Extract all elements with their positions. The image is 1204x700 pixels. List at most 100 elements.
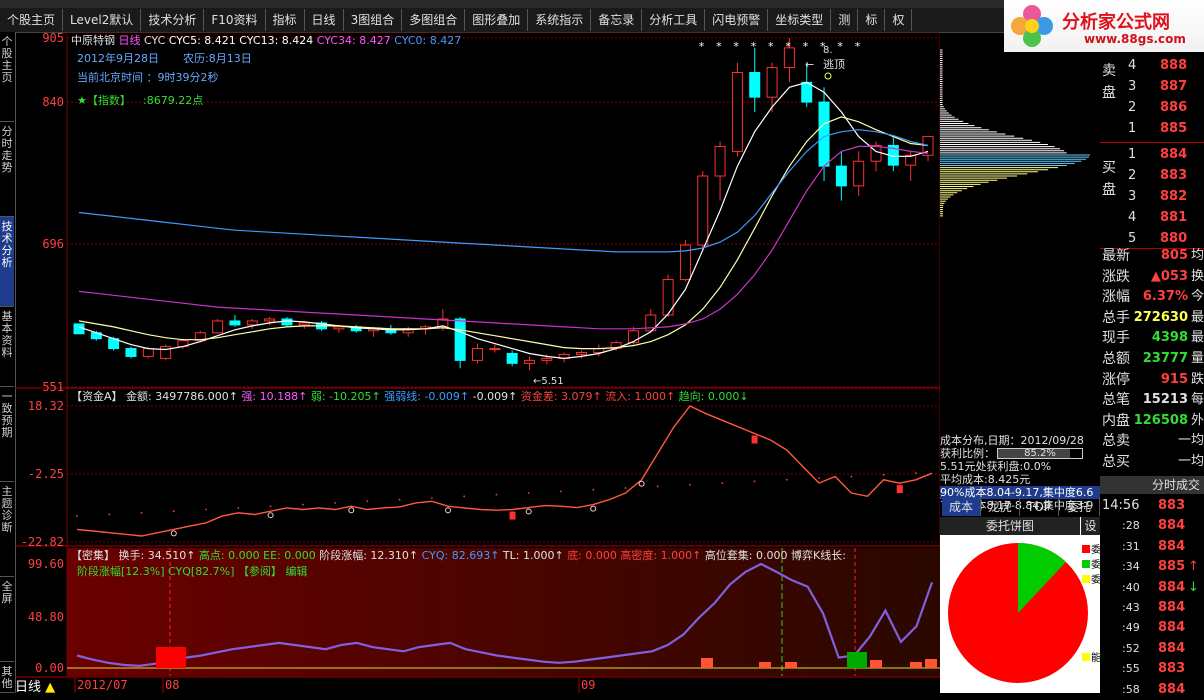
top-star-marker: * [699,40,705,53]
buy-row-2[interactable]: 3 882 [1100,187,1204,207]
toolbar-item-13[interactable]: 坐标类型 [768,9,832,31]
sidebar-tab-3[interactable]: 基本资料 [0,307,14,387]
candle-body[interactable] [125,348,137,357]
toolbar-item-8[interactable]: 图形叠加 [465,9,529,31]
candle-body[interactable] [523,359,535,364]
candle-body[interactable] [73,323,85,335]
candle-body[interactable] [541,357,553,361]
fund-dot [656,485,659,488]
quote-row-8: 内盘 126508 外 [1100,411,1204,431]
toolbar-item-9[interactable]: 系统指示 [528,9,592,31]
quote-extra: 最 [1190,309,1204,325]
sell-row-1[interactable]: 3 887 [1100,77,1204,97]
candle-body[interactable] [697,175,709,246]
dense-sublabel-1: CYQ[82.7%] [168,565,234,578]
sidebar-tab-4[interactable]: 一致预期 [0,387,14,482]
buy-row-0[interactable]: 1 884 [1100,145,1204,165]
candle-body[interactable] [575,351,587,355]
buy-price: 884 [1160,147,1188,162]
fund-dot [592,488,595,491]
toolbar-item-3[interactable]: F10资料 [204,9,266,31]
candle-body[interactable] [835,165,847,187]
y-tick-fund-1: -2.25 [28,467,64,481]
candle-body[interactable] [264,318,276,322]
candle-body[interactable] [212,320,224,334]
sidebar-tab-2[interactable]: 技术分析 [0,217,14,307]
quote-row-0: 最新 805 均 [1100,246,1204,266]
sidebar-tab-5[interactable]: 主题诊断 [0,482,14,577]
quote-row-4: 现手 4398 最 [1100,328,1204,348]
sell-row-0[interactable]: 4 888 [1100,56,1204,76]
fund-dot [624,487,627,489]
candle-body[interactable] [281,318,293,326]
buy-row-1[interactable]: 2 883 [1100,166,1204,186]
toolbar-item-12[interactable]: 闪电预警 [705,9,769,31]
candle-body[interactable] [506,352,518,364]
candle-body[interactable] [749,72,761,98]
sidebar-tab-6[interactable]: 全屏 [0,577,14,662]
toolbar-item-4[interactable]: 指标 [266,9,305,31]
candle-body[interactable] [489,348,501,351]
candle-body[interactable] [246,320,258,326]
toolbar-item-1[interactable]: Level2默认 [63,9,142,31]
quote-extra: 每 [1190,392,1204,408]
fund-dot [560,490,562,493]
tick-price: 884 [1158,579,1186,595]
candle-body[interactable] [818,101,830,167]
sidebar-tab-0[interactable]: 个股主页 [0,32,14,122]
toolbar-item-6[interactable]: 3图组合 [344,9,403,31]
candle-body[interactable] [298,322,310,326]
toolbar-item-0[interactable]: 个股主页 [0,9,64,31]
candle-body[interactable] [627,330,639,344]
fund-dot [463,495,466,498]
tab-cost[interactable]: 成本 [942,498,981,516]
tick-time: :55 [1122,662,1140,676]
dense-small-block-4 [910,662,922,668]
sidebar-tab-7[interactable]: 其他 [0,662,14,693]
candle-body[interactable] [853,160,865,187]
ticks-header: 分时成交 [1100,476,1204,494]
toolbar-item-11[interactable]: 分析工具 [642,9,706,31]
candle-body[interactable] [714,145,726,177]
tab-longhu[interactable]: 龙虎 [981,498,1020,516]
chip-date: 成本分布,日期：2012/09/28 [940,434,1084,447]
dense-small-block-0 [701,658,713,668]
candle-body[interactable] [472,348,484,361]
candle-body[interactable] [766,67,778,98]
candle-body[interactable] [229,320,241,326]
quote-label: 总额 [1102,351,1130,367]
pie-settings-button[interactable]: 设 [1081,517,1100,535]
buy-row-3[interactable]: 4 881 [1100,208,1204,228]
toolbar-item-7[interactable]: 多图组合 [402,9,466,31]
toolbar-item-16[interactable]: 权 [885,9,913,31]
toolbar-item-14[interactable]: 测 [831,9,859,31]
dense-small-block-2 [785,662,797,668]
candle-body[interactable] [454,318,466,361]
y-tick-dense-0: 99.60 [28,557,64,571]
sidebar-tab-1[interactable]: 分时走势 [0,122,14,217]
candle-body[interactable] [142,348,154,357]
tab-top[interactable]: TOP [1020,498,1059,516]
tick-row-1: :28 884 [1100,516,1204,536]
toolbar-item-10[interactable]: 备忘录 [591,9,643,31]
sell-row-2[interactable]: 2 886 [1100,98,1204,118]
dense-sublabel-3: 编辑 [285,564,307,578]
candle-body[interactable] [333,326,345,330]
candlesticks[interactable] [73,38,934,371]
quote-panel: 卖盘 4 888 3 887 2 886 1 885 买盘 1 884 2 883 3 882 4 881 5 880… [1100,52,1204,697]
tick-price: 884 [1158,538,1186,554]
candle-body[interactable] [731,72,743,152]
quote-value: 6.37% [1142,289,1188,305]
sell-level: 3 [1128,79,1137,94]
toolbar-item-2[interactable]: 技术分析 [141,9,205,31]
tick-row-4: :40 884 ↓ [1100,578,1204,598]
tab-entrust[interactable]: 委托 [1059,498,1100,516]
tick-price: 884 [1158,681,1186,697]
quote-label: 最新 [1102,248,1130,264]
toolbar-item-15[interactable]: 标 [858,9,886,31]
x-tick-1: 08 [165,678,179,692]
fund-dot [689,483,691,486]
sell-row-3[interactable]: 1 885 [1100,119,1204,139]
toolbar-item-5[interactable]: 日线 [305,9,344,31]
candle-body[interactable] [801,81,813,103]
